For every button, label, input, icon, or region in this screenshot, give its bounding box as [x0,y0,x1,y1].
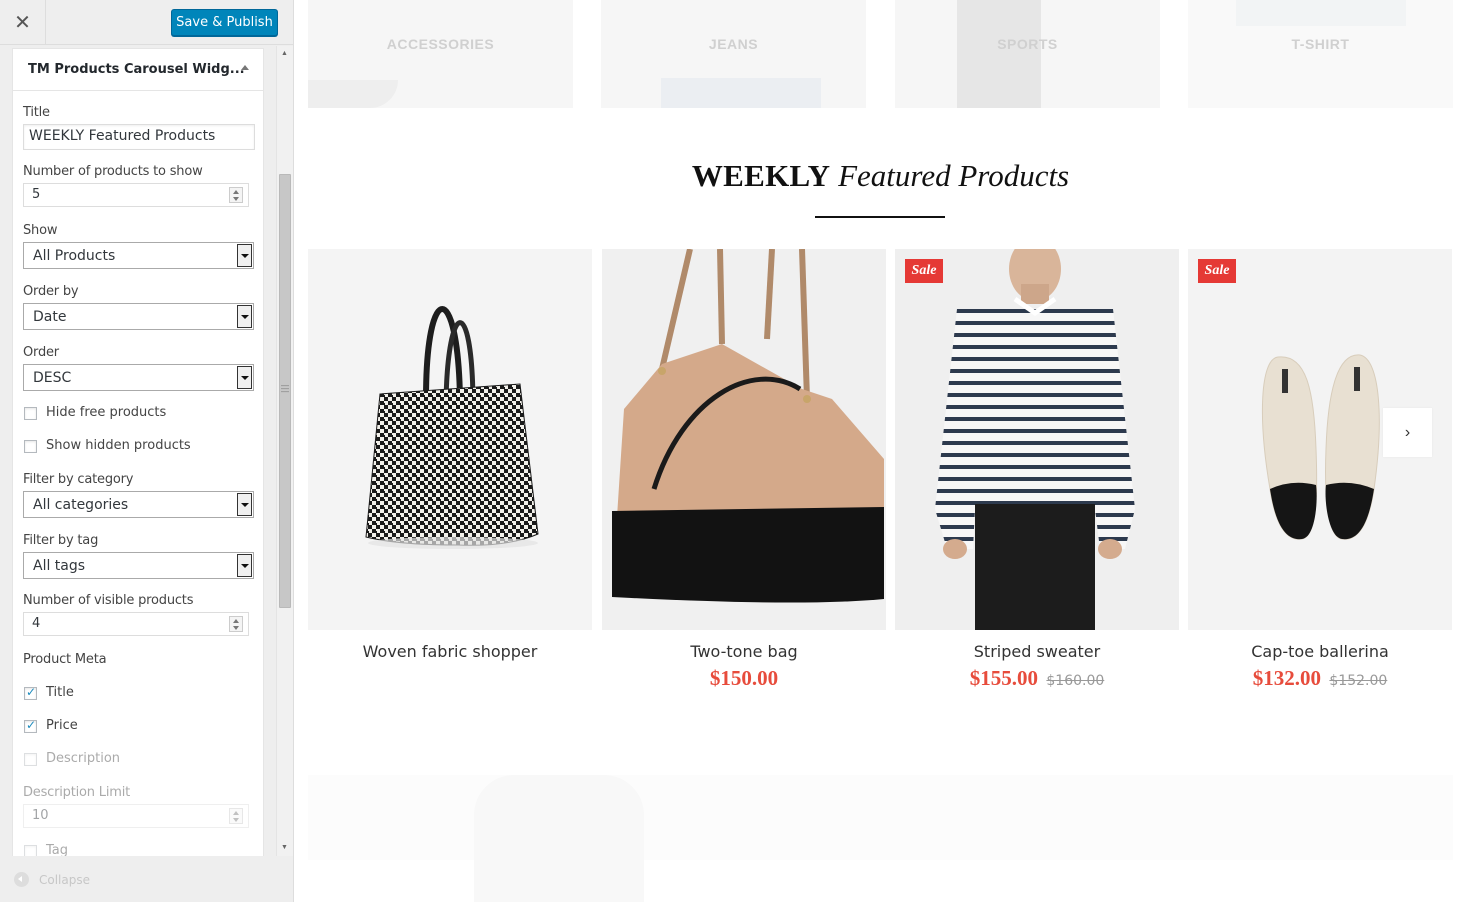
show-value: All Products [33,248,116,264]
current-price: $150.00 [709,666,779,690]
visible-products-input[interactable]: 4 [23,612,249,636]
site-preview: ACCESSORIES JEANS SPORTS T-SHIRT WEEKLY … [294,0,1467,902]
product-image[interactable] [602,249,886,630]
meta-tag-checkbox[interactable] [24,845,37,856]
filter-category-value: All categories [33,497,129,513]
customizer-header: ✕ Save & Publish [0,0,293,45]
order-by-value: Date [33,309,67,325]
meta-price-label: Price [46,718,78,733]
widget-header[interactable]: TM Products Carousel Widg... [12,48,264,91]
faded-image [474,775,644,902]
current-price: $155.00 [969,666,1038,690]
product-price: $150.00 [602,666,886,691]
spinner-icon[interactable] [229,808,243,824]
dropdown-arrow-icon[interactable] [237,305,252,328]
sale-badge: Sale [905,259,943,283]
category-tile[interactable]: ACCESSORIES [308,0,573,108]
show-hidden-label: Show hidden products [46,438,191,453]
category-tile[interactable]: SPORTS [895,0,1160,108]
category-tile[interactable]: T-SHIRT [1188,0,1453,108]
show-select[interactable]: All Products [23,242,254,269]
widget-form: Title WEEKLY Featured Products Number of… [12,91,264,856]
handbag-illustration [602,249,886,630]
collapse-icon [14,872,29,887]
visible-products-label: Number of visible products [23,593,194,608]
customizer-sidebar: ✕ Save & Publish TM Products Carousel Wi… [0,0,294,902]
order-by-select[interactable]: Date [23,303,254,330]
order-value: DESC [33,370,72,386]
scroll-down-icon[interactable]: ▼ [281,844,288,851]
spinner-icon[interactable] [229,187,243,203]
description-limit-input[interactable]: 10 [23,804,249,828]
chevron-right-icon[interactable]: › [1383,408,1432,457]
dropdown-arrow-icon[interactable] [237,366,252,389]
order-by-label: Order by [23,284,79,299]
order-label: Order [23,345,59,360]
meta-price-checkbox[interactable] [24,718,37,733]
grip-icon: — — — [281,381,289,396]
num-products-value: 5 [32,187,41,202]
category-tile[interactable]: JEANS [601,0,866,108]
product-name[interactable]: Two-tone bag [602,642,886,661]
product-meta-label: Product Meta [23,652,107,667]
product-image[interactable] [308,249,592,630]
title-label: Title [23,105,50,120]
sidebar-scrollbar[interactable]: ▲ — — — ▼ [276,46,293,856]
section-title: WEEKLY Featured Products [294,158,1467,194]
section-title-bold: WEEKLY [691,158,831,193]
close-icon[interactable]: ✕ [0,0,46,45]
old-price: $152.00 [1329,673,1388,689]
num-products-label: Number of products to show [23,164,203,179]
widget-title: TM Products Carousel Widg... [28,62,245,77]
dropdown-arrow-icon[interactable] [237,493,252,516]
show-hidden-checkbox[interactable] [24,440,37,453]
product-price: $155.00 $160.00 [895,666,1179,691]
product-name[interactable]: Cap-toe ballerina [1188,642,1452,661]
meta-title-checkbox[interactable] [24,685,37,700]
product-name[interactable]: Striped sweater [895,642,1179,661]
meta-description-checkbox[interactable] [24,753,37,766]
meta-description-label: Description [46,751,121,766]
filter-category-label: Filter by category [23,472,134,487]
product-image[interactable]: Sale [895,249,1179,630]
category-label: JEANS [708,36,759,52]
filter-tag-select[interactable]: All tags [23,552,254,579]
old-price: $160.00 [1046,673,1105,689]
title-input[interactable]: WEEKLY Featured Products [23,124,255,150]
widget-panel: TM Products Carousel Widg... Title WEEKL… [0,46,276,856]
num-products-input[interactable]: 5 [23,183,249,207]
current-price: $132.00 [1252,666,1321,690]
meta-title-label: Title [46,685,74,700]
save-publish-button[interactable]: Save & Publish [171,9,278,36]
order-select[interactable]: DESC [23,364,254,391]
dropdown-arrow-icon[interactable] [237,244,252,267]
sale-badge: Sale [1198,259,1236,283]
scroll-up-icon[interactable]: ▲ [281,50,288,57]
filter-tag-label: Filter by tag [23,533,99,548]
collapse-button[interactable]: Collapse [14,872,90,887]
visible-products-value: 4 [32,616,41,631]
spinner-icon[interactable] [229,616,243,632]
filter-tag-value: All tags [33,558,86,574]
product-price: $132.00 $152.00 [1188,666,1452,691]
hide-free-checkbox[interactable] [24,407,37,420]
filter-category-select[interactable]: All categories [23,491,254,518]
tote-bag-illustration [365,306,539,549]
meta-tag-label: Tag [46,843,69,856]
product-name[interactable]: Woven fabric shopper [308,642,592,661]
category-label: T-SHIRT [1291,36,1350,52]
title-divider [815,216,945,218]
show-label: Show [23,223,58,238]
dropdown-arrow-icon[interactable] [237,554,252,577]
collapse-label: Collapse [39,872,90,887]
sweater-illustration [935,249,1135,630]
collapse-arrow-icon[interactable] [241,65,249,70]
section-title-italic: Featured Products [838,158,1070,193]
category-label: SPORTS [997,36,1058,52]
description-limit-label: Description Limit [23,785,130,800]
category-label: ACCESSORIES [386,36,495,52]
hide-free-label: Hide free products [46,405,167,420]
description-limit-value: 10 [32,808,49,823]
